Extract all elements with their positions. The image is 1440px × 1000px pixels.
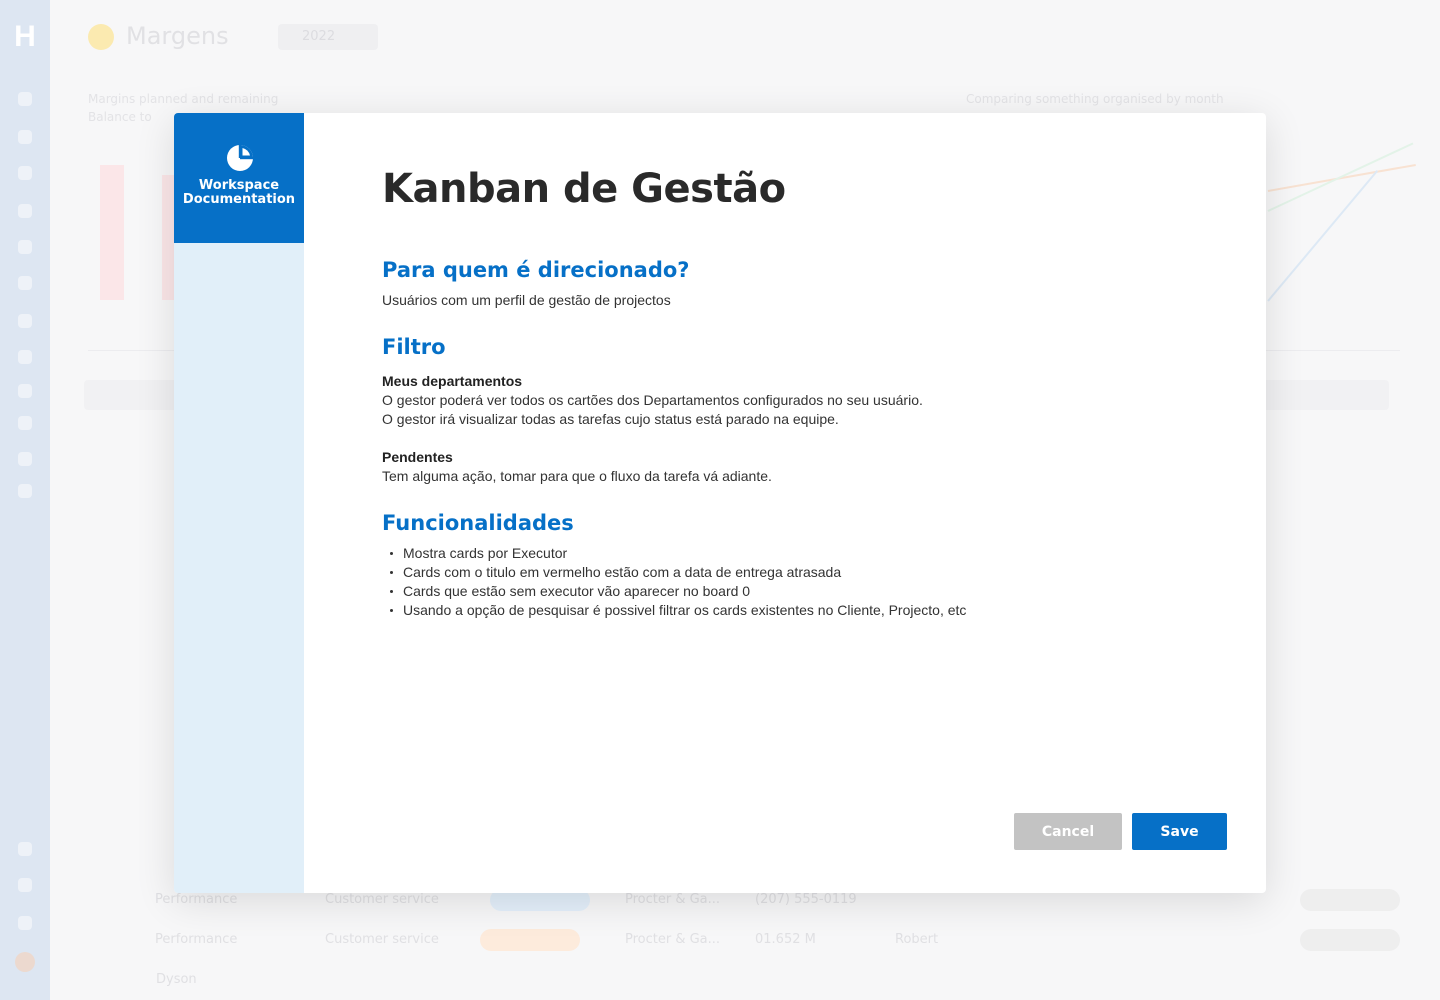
clock-icon: [18, 350, 32, 364]
bullet-icon: [390, 571, 393, 574]
bg-line: [1267, 170, 1379, 302]
message-icon: [18, 384, 32, 398]
filter-item: Pendentes Tem alguma ação, tomar para qu…: [382, 448, 1182, 486]
table-row: Dyson: [156, 972, 197, 987]
audience-text: Usuários com um perfil de gestão de proj…: [382, 292, 671, 308]
home-icon: [18, 166, 32, 180]
modal-sidebar: Workspace Documentation: [174, 113, 304, 893]
filter-item-line: O gestor poderá ver todos os cartões dos…: [382, 392, 923, 408]
list-item: Mostra cards por Executor: [382, 544, 1182, 563]
margin-icon: [88, 24, 114, 50]
app-sidebar: H: [0, 0, 50, 1000]
bg-bar: [100, 165, 124, 300]
bell-icon: [18, 842, 32, 856]
chat-icon: [18, 276, 32, 290]
page-title: Margens: [126, 22, 229, 50]
status-badge: [1300, 889, 1400, 911]
chart-subtitle-2: Balance to: [88, 110, 152, 124]
filter-item-line: Tem alguma ação, tomar para que o fluxo …: [382, 468, 772, 484]
chart-subtitle-3: Comparing something organised by month: [966, 92, 1224, 106]
filter-item-label: Meus departamentos: [382, 373, 523, 389]
status-badge: [1300, 929, 1400, 951]
section-heading-features: Funcionalidades: [382, 511, 574, 535]
pin-icon: [18, 484, 32, 498]
bullet-icon: [390, 609, 393, 612]
list-item: Cards com o titulo em vermelho estão com…: [382, 563, 1182, 582]
section-heading-filter: Filtro: [382, 335, 446, 359]
bullet-icon: [390, 590, 393, 593]
app-logo: H: [14, 20, 36, 53]
save-button[interactable]: Save: [1132, 813, 1227, 850]
doc-title: Kanban de Gestão: [382, 166, 786, 212]
settings-icon: [18, 416, 32, 430]
cancel-button[interactable]: Cancel: [1014, 813, 1122, 850]
brand-name: Workspace Documentation: [182, 178, 296, 207]
modal-content: Kanban de Gestão Para quem é direcionado…: [382, 163, 1182, 620]
document-icon: [18, 314, 32, 328]
tasks-icon: [18, 204, 32, 218]
bg-line: [1267, 163, 1416, 192]
filter-item: Meus departamentos O gestor poderá ver t…: [382, 372, 1182, 429]
table-row: Performance Customer service Procter & G…: [150, 920, 1440, 960]
search-icon: [18, 92, 32, 106]
bg-line: [1267, 142, 1414, 212]
avatar: [15, 952, 35, 972]
list-item: Usando a opção de pesquisar é possivel f…: [382, 601, 1182, 620]
status-badge: [480, 929, 580, 951]
documentation-modal: Workspace Documentation Kanban de Gestão…: [174, 113, 1266, 893]
rocket-icon: [18, 130, 32, 144]
section-heading-audience: Para quem é direcionado?: [382, 258, 690, 282]
filter-item-label: Pendentes: [382, 449, 453, 465]
gear-icon: [18, 916, 32, 930]
chart-subtitle-1: Margins planned and remaining: [88, 92, 279, 106]
calendar-icon: [18, 240, 32, 254]
year-selector: 2022: [278, 24, 378, 50]
brand-block: Workspace Documentation: [174, 113, 304, 243]
features-list: Mostra cards por Executor Cards com o ti…: [382, 544, 1182, 620]
pie-chart-icon: [227, 145, 253, 171]
bullet-icon: [390, 552, 393, 555]
filter-item-line: O gestor irá visualizar todas as tarefas…: [382, 411, 839, 427]
users-icon: [18, 878, 32, 892]
list-item: Cards que estão sem executor vão aparece…: [382, 582, 1182, 601]
rocket-icon-2: [18, 452, 32, 466]
